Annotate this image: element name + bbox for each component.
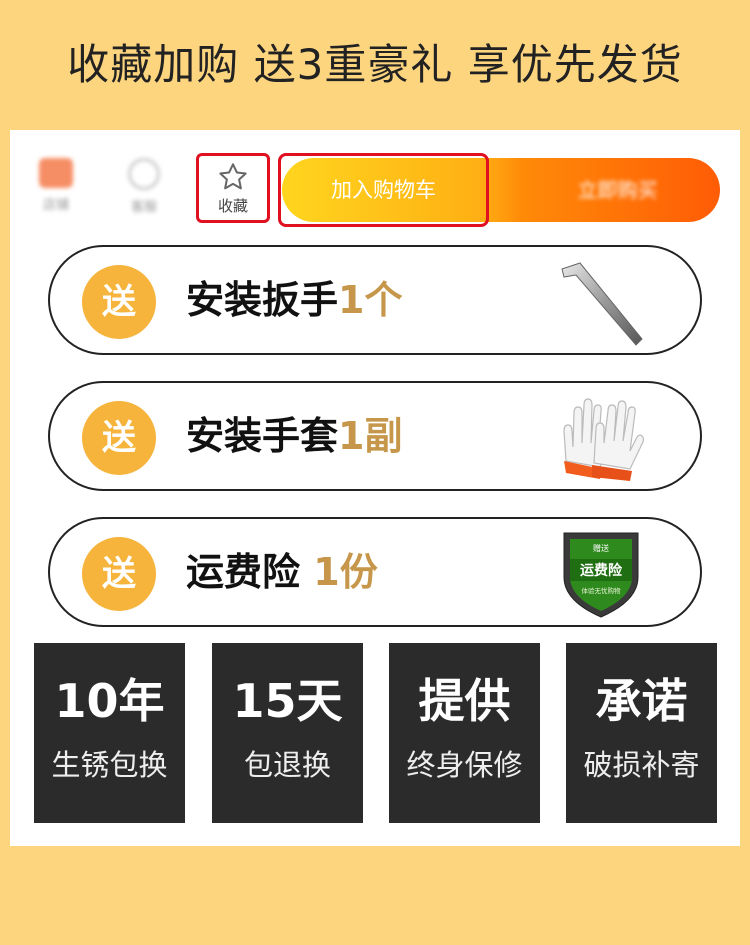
guarantee-title: 提供 [418, 674, 511, 728]
guarantee-rust: 10年 生锈包换 [34, 643, 185, 823]
gift-quantity: 1个 [338, 278, 403, 322]
shop-icon [39, 158, 73, 188]
gloves-icon [563, 398, 645, 481]
gift-quantity: 1副 [338, 414, 403, 458]
shield-icon: 赠送 运费险 体验无忧购物 [563, 532, 639, 618]
gift-badge: 送 [82, 537, 156, 611]
gift-quantity: 1份 [313, 550, 378, 594]
add-to-cart-button[interactable]: 加入购物车 [278, 153, 489, 227]
service-label: 客服 [130, 200, 157, 215]
promo-headline: 收藏加购 送3重豪礼 享优先发货 [67, 40, 683, 89]
gift-badge: 送 [82, 265, 156, 339]
clock-icon [128, 158, 160, 190]
guarantee-subtitle: 破损补寄 [583, 748, 700, 782]
guarantee-subtitle: 生锈包换 [51, 748, 168, 782]
guarantee-title: 10年 [54, 674, 165, 728]
guarantee-damage: 承诺 破损补寄 [566, 643, 717, 823]
favorite-label: 收藏 [217, 197, 248, 215]
gift-card-insurance: 送 运费险 1份 赠送 运费险 体验无忧购物 [48, 517, 702, 627]
gift-name: 运费险 [186, 550, 301, 594]
gift-name: 安装手套 [186, 414, 339, 458]
guarantee-return: 15天 包退换 [212, 643, 363, 823]
customer-service-button[interactable]: 客服 [118, 158, 170, 230]
buy-now-button[interactable]: 立即购买 [515, 158, 720, 222]
gift-title: 安装扳手1个 [186, 247, 402, 353]
guarantee-warranty: 提供 终身保修 [389, 643, 540, 823]
gift-title: 运费险 1份 [186, 519, 378, 625]
guarantee-subtitle: 包退换 [243, 748, 331, 782]
shield-bottom-text: 体验无忧购物 [582, 586, 622, 595]
guarantee-title: 15天 [232, 674, 343, 728]
promo-panel: 店铺 客服 收藏 立即购买 加入购物车 送 安装扳手1个 送 安装手套1副 送 … [10, 130, 740, 846]
purchase-bar: 店铺 客服 收藏 立即购买 加入购物车 [10, 130, 740, 240]
gift-card-gloves: 送 安装手套1副 [48, 381, 702, 491]
gift-name: 安装扳手 [186, 278, 339, 322]
shield-main-text: 运费险 [580, 562, 623, 579]
gift-badge: 送 [82, 401, 156, 475]
gift-title: 安装手套1副 [186, 383, 402, 489]
gift-card-wrench: 送 安装扳手1个 [48, 245, 702, 355]
shield-top-text: 赠送 [593, 543, 609, 553]
star-icon [219, 163, 247, 190]
wrench-icon [561, 262, 643, 346]
favorite-button[interactable]: 收藏 [196, 153, 270, 223]
guarantee-subtitle: 终身保修 [406, 748, 523, 782]
shop-button[interactable]: 店铺 [30, 158, 82, 230]
shop-label: 店铺 [42, 198, 69, 213]
guarantee-title: 承诺 [595, 674, 688, 728]
